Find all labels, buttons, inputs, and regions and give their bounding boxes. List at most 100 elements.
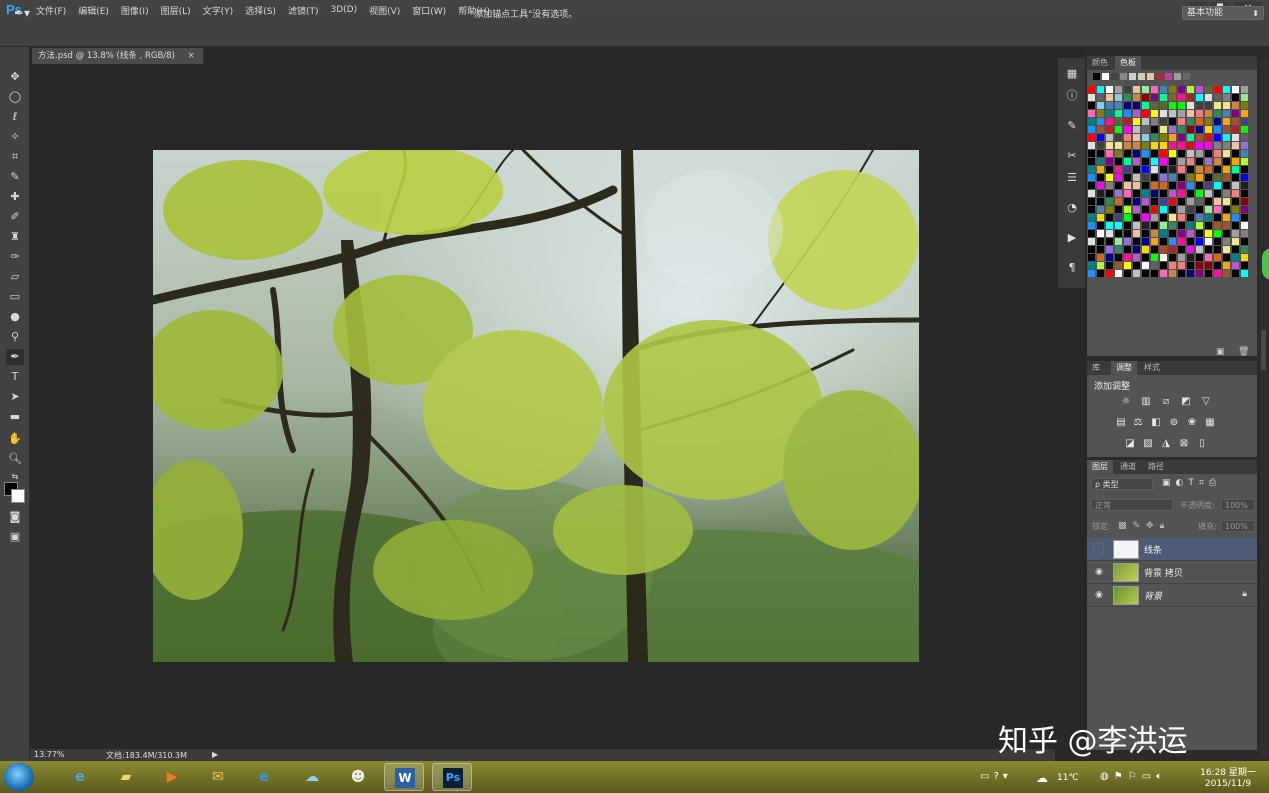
color-swatch[interactable]	[1187, 190, 1194, 197]
color-swatch[interactable]	[1106, 254, 1113, 261]
color-swatch[interactable]	[1124, 102, 1131, 109]
color-swatch[interactable]	[1214, 94, 1221, 101]
color-swatch[interactable]	[1106, 262, 1113, 269]
color-swatch[interactable]	[1124, 206, 1131, 213]
color-swatch[interactable]	[1151, 238, 1158, 245]
color-swatch[interactable]	[1205, 158, 1212, 165]
color-swatch[interactable]	[1088, 166, 1095, 173]
eye-icon[interactable]: ◉	[1093, 566, 1105, 578]
color-swatch[interactable]	[1115, 270, 1122, 277]
color-swatch[interactable]	[1115, 110, 1122, 117]
color-swatch[interactable]	[1151, 230, 1158, 237]
color-swatch[interactable]	[1205, 134, 1212, 141]
color-swatch[interactable]	[1160, 214, 1167, 221]
color-swatch[interactable]	[1160, 142, 1167, 149]
color-swatch[interactable]	[1205, 166, 1212, 173]
color-swatch[interactable]	[1142, 198, 1149, 205]
color-swatch[interactable]	[1160, 246, 1167, 253]
color-swatch[interactable]	[1223, 134, 1230, 141]
color-swatch[interactable]	[1169, 94, 1176, 101]
color-swatch[interactable]	[1088, 238, 1095, 245]
color-swatch[interactable]	[1106, 230, 1113, 237]
character-icon[interactable]: ¶	[1064, 260, 1080, 276]
selective-color-icon[interactable]: ▯	[1196, 438, 1208, 450]
color-swatch[interactable]	[1097, 206, 1104, 213]
color-swatch[interactable]	[1142, 246, 1149, 253]
pen-tool-icon[interactable]: ✒	[6, 349, 24, 365]
color-swatch[interactable]	[1160, 166, 1167, 173]
color-swatch[interactable]	[1232, 270, 1239, 277]
color-swatch[interactable]	[1088, 118, 1095, 125]
color-swatch[interactable]	[1187, 198, 1194, 205]
color-swatch[interactable]	[1223, 230, 1230, 237]
color-swatch[interactable]	[1133, 206, 1140, 213]
start-button[interactable]	[4, 763, 34, 791]
color-swatch[interactable]	[1196, 174, 1203, 181]
color-swatch[interactable]	[1232, 222, 1239, 229]
color-swatch[interactable]	[1097, 126, 1104, 133]
edge-tab[interactable]	[1262, 248, 1269, 280]
color-swatch[interactable]	[1097, 166, 1104, 173]
layer-name[interactable]: 线条	[1144, 543, 1162, 556]
eye-icon[interactable]: ◉	[1093, 589, 1105, 601]
color-swatch[interactable]	[1187, 230, 1194, 237]
color-swatch[interactable]	[1205, 230, 1212, 237]
taskbar-explorer[interactable]: ▰	[106, 763, 146, 791]
color-swatch[interactable]	[1241, 262, 1248, 269]
gradient-map-icon[interactable]: ⊠	[1178, 438, 1190, 450]
color-swatch[interactable]	[1160, 134, 1167, 141]
color-swatch[interactable]	[1178, 150, 1185, 157]
color-swatch[interactable]	[1142, 214, 1149, 221]
color-swatch[interactable]	[1205, 214, 1212, 221]
color-swatch[interactable]	[1160, 270, 1167, 277]
color-swatch[interactable]	[1088, 262, 1095, 269]
color-swatch[interactable]	[1133, 254, 1140, 261]
color-swatch[interactable]	[1088, 254, 1095, 261]
color-swatch[interactable]	[1241, 126, 1248, 133]
color-swatch[interactable]	[1187, 126, 1194, 133]
color-swatch[interactable]	[1178, 126, 1185, 133]
menu-select[interactable]: 选择(S)	[245, 4, 276, 17]
color-swatch[interactable]	[1142, 262, 1149, 269]
color-swatch[interactable]	[1106, 206, 1113, 213]
color-swatch[interactable]	[1160, 182, 1167, 189]
color-swatch[interactable]	[1214, 102, 1221, 109]
color-swatch[interactable]	[1160, 118, 1167, 125]
color-swatch[interactable]	[1133, 182, 1140, 189]
color-swatch[interactable]	[1151, 222, 1158, 229]
color-swatch[interactable]	[1205, 118, 1212, 125]
color-swatch[interactable]	[1196, 246, 1203, 253]
color-swatch[interactable]	[1106, 126, 1113, 133]
layer-filter-select[interactable]: ρ 类型	[1091, 478, 1153, 490]
color-swatch[interactable]	[1106, 246, 1113, 253]
color-swatch[interactable]	[1178, 118, 1185, 125]
brightness-icon[interactable]: ☼	[1120, 396, 1132, 408]
color-swatch[interactable]	[1232, 206, 1239, 213]
color-swatch[interactable]	[1115, 198, 1122, 205]
color-swatch[interactable]	[1169, 230, 1176, 237]
color-swatch[interactable]	[1106, 118, 1113, 125]
color-swatch[interactable]	[1178, 110, 1185, 117]
path-select-tool-icon[interactable]: ➤	[6, 389, 24, 405]
color-swatch[interactable]	[1169, 118, 1176, 125]
recent-swatch[interactable]	[1147, 73, 1154, 80]
color-swatch[interactable]	[1097, 94, 1104, 101]
color-swatch[interactable]	[1151, 198, 1158, 205]
color-swatch[interactable]	[1124, 134, 1131, 141]
posterize-icon[interactable]: ▨	[1142, 438, 1154, 450]
color-swatch[interactable]	[1133, 238, 1140, 245]
color-swatch[interactable]	[1241, 206, 1248, 213]
color-swatch[interactable]	[1196, 86, 1203, 93]
color-swatch[interactable]	[1160, 198, 1167, 205]
color-swatch[interactable]	[1187, 206, 1194, 213]
shape-tool-icon[interactable]: ▬	[6, 409, 24, 425]
color-swatch[interactable]	[1232, 110, 1239, 117]
color-swatch[interactable]	[1205, 174, 1212, 181]
eraser-tool-icon[interactable]: ▱	[6, 269, 24, 285]
color-swatch[interactable]	[1160, 206, 1167, 213]
color-swatch[interactable]	[1223, 118, 1230, 125]
color-swatch[interactable]	[1097, 222, 1104, 229]
color-swatch[interactable]	[1232, 94, 1239, 101]
menu-filter[interactable]: 滤镜(T)	[288, 4, 319, 17]
color-swatch[interactable]	[1115, 246, 1122, 253]
